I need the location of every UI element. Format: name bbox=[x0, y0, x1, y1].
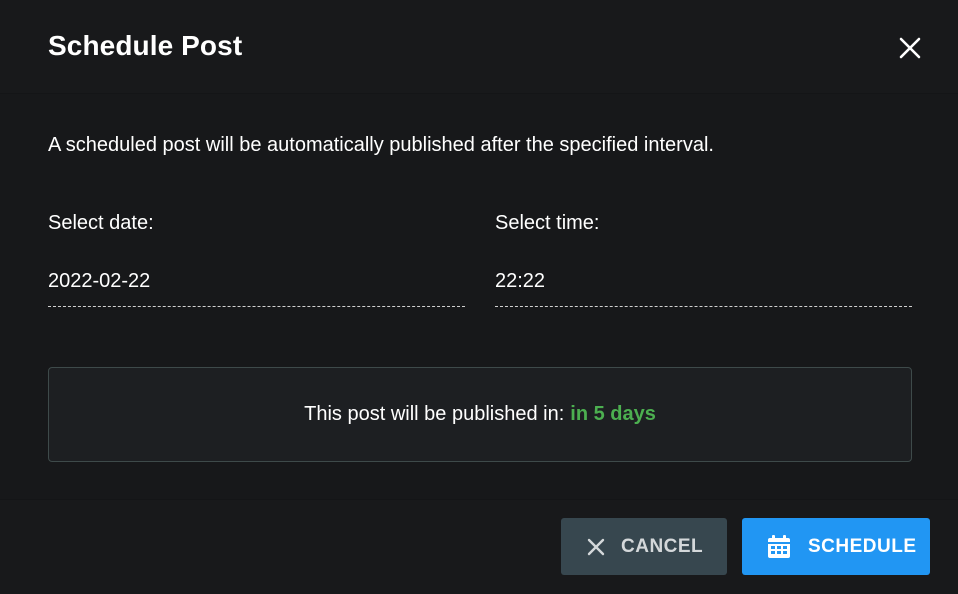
close-icon bbox=[899, 37, 921, 59]
publish-info-value: in 5 days bbox=[570, 403, 656, 425]
cancel-button[interactable]: CANCEL bbox=[561, 518, 727, 575]
time-input[interactable] bbox=[495, 257, 912, 307]
schedule-button[interactable]: SCHEDULE bbox=[742, 518, 930, 575]
dialog-body: A scheduled post will be automatically p… bbox=[0, 94, 958, 499]
close-button[interactable] bbox=[894, 32, 926, 64]
dialog-footer: CANCEL SCHEDULE bbox=[0, 499, 958, 594]
publish-info-box: This post will be published in: in 5 day… bbox=[48, 367, 912, 462]
dialog-title: Schedule Post bbox=[48, 30, 243, 61]
close-icon bbox=[587, 538, 605, 556]
time-label: Select time: bbox=[495, 212, 600, 234]
publish-info-text: This post will be published in: bbox=[304, 403, 565, 425]
cancel-button-label: CANCEL bbox=[621, 535, 704, 557]
date-input[interactable] bbox=[48, 257, 465, 307]
schedule-button-label: SCHEDULE bbox=[808, 535, 917, 557]
dialog-header: Schedule Post bbox=[0, 0, 958, 94]
schedule-post-dialog: Schedule Post A scheduled post will be a… bbox=[0, 0, 958, 594]
date-label: Select date: bbox=[48, 212, 154, 234]
dialog-description: A scheduled post will be automatically p… bbox=[48, 134, 714, 156]
calendar-icon bbox=[766, 534, 792, 560]
